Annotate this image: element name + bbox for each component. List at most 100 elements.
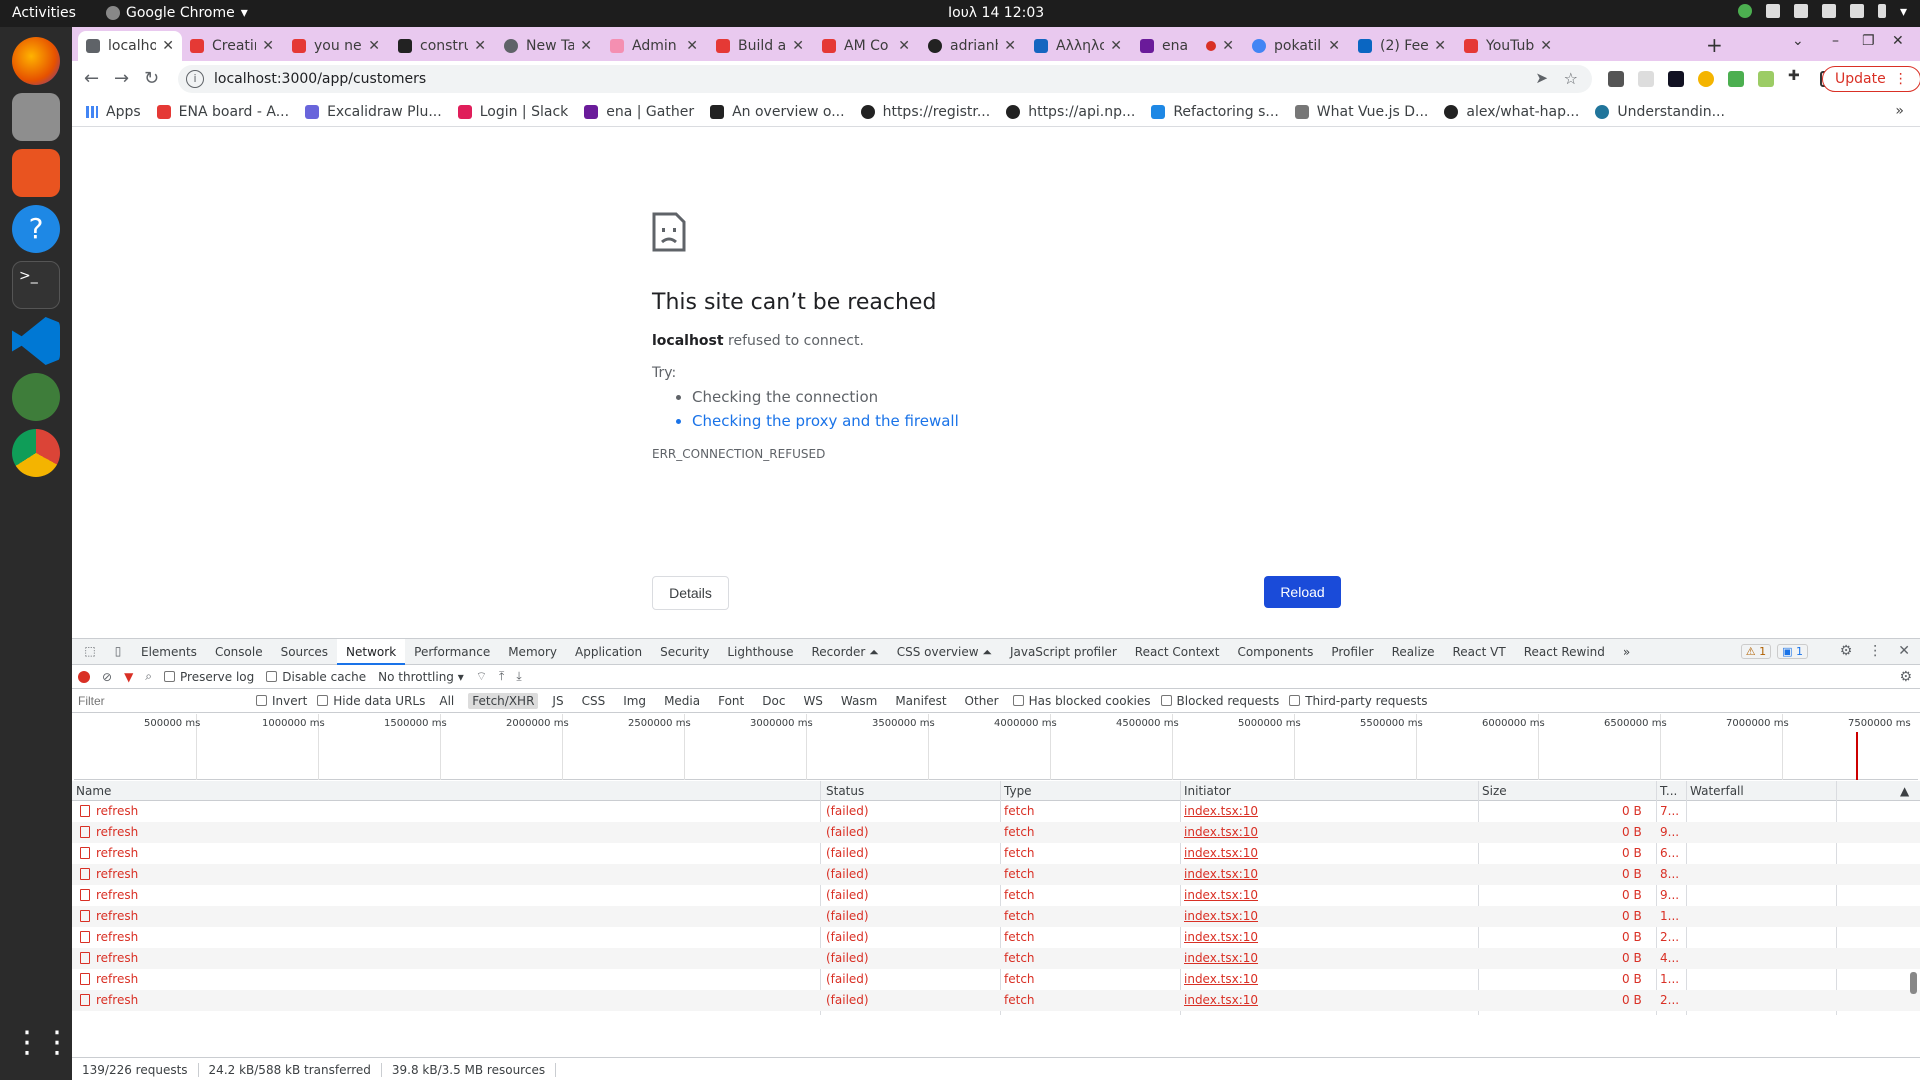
- tab-recorder[interactable]: Recorder ⏶: [803, 639, 888, 665]
- send-tab-icon[interactable]: ➤: [1535, 69, 1548, 87]
- filter-type-all[interactable]: All: [435, 693, 458, 709]
- issue-badges[interactable]: ⚠ 1 ▣ 1: [1740, 644, 1808, 659]
- bookmark-item[interactable]: alex/what-hap...: [1444, 104, 1579, 120]
- table-row[interactable]: refresh (failed) fetch index.tsx:10 0 B 1...: [72, 969, 1920, 990]
- extension-icon[interactable]: [1668, 71, 1684, 87]
- tab-sources[interactable]: Sources: [272, 639, 337, 665]
- bookmark-item[interactable]: Understandin...: [1595, 104, 1725, 120]
- app-menu[interactable]: Google Chrome ▾: [106, 5, 248, 21]
- column-initiator[interactable]: Initiator: [1184, 784, 1231, 798]
- bookmark-item[interactable]: Excalidraw Plu...: [305, 104, 442, 120]
- more-tabs-button[interactable]: »: [1614, 639, 1639, 665]
- clock[interactable]: Ιουλ 14 12:03: [948, 5, 1044, 21]
- warning-badge[interactable]: ⚠ 1: [1740, 644, 1772, 659]
- bookmarks-overflow-icon[interactable]: »: [1895, 103, 1904, 119]
- close-icon[interactable]: ✕: [1110, 38, 1122, 54]
- bookmark-item[interactable]: An overview o...: [710, 104, 845, 120]
- address-bar[interactable]: i localhost:3000/app/customers ➤ ☆: [178, 65, 1592, 93]
- filter-type-ws[interactable]: WS: [799, 693, 826, 709]
- row-initiator-link[interactable]: index.tsx:10: [1184, 930, 1258, 944]
- row-initiator-link[interactable]: index.tsx:10: [1184, 972, 1258, 986]
- filter-type-js[interactable]: JS: [548, 693, 567, 709]
- row-initiator-link[interactable]: index.tsx:10: [1184, 804, 1258, 818]
- device-toolbar-icon[interactable]: ▯: [110, 644, 126, 660]
- close-icon[interactable]: ✕: [792, 38, 804, 54]
- column-waterfall[interactable]: Waterfall: [1690, 784, 1744, 798]
- settings-gear-icon[interactable]: ⚙: [1840, 643, 1853, 659]
- close-icon[interactable]: ✕: [1004, 38, 1016, 54]
- filter-type-manifest[interactable]: Manifest: [891, 693, 950, 709]
- tab-components[interactable]: Components: [1228, 639, 1322, 665]
- preserve-log-checkbox[interactable]: Preserve log: [164, 670, 254, 684]
- activities-button[interactable]: Activities: [12, 5, 76, 21]
- filter-type-wasm[interactable]: Wasm: [837, 693, 881, 709]
- reload-icon[interactable]: ↻: [144, 68, 159, 89]
- row-initiator-link[interactable]: index.tsx:10: [1184, 888, 1258, 902]
- filter-type-doc[interactable]: Doc: [758, 693, 789, 709]
- blocked-requests-checkbox[interactable]: Blocked requests: [1160, 694, 1279, 708]
- close-icon[interactable]: ✕: [474, 38, 486, 54]
- extension-icon[interactable]: [1608, 71, 1624, 87]
- restore-icon[interactable]: ❐: [1862, 33, 1875, 49]
- close-icon[interactable]: ✕: [1540, 38, 1552, 54]
- tab-console[interactable]: Console: [206, 639, 272, 665]
- blocked-cookies-checkbox[interactable]: Has blocked cookies: [1012, 694, 1151, 708]
- filter-type-css[interactable]: CSS: [578, 693, 610, 709]
- more-vert-icon[interactable]: ⋮: [1868, 643, 1882, 659]
- files-icon[interactable]: [12, 93, 60, 141]
- tab-item[interactable]: pokatil ✕: [1244, 31, 1348, 61]
- close-icon[interactable]: ✕: [1434, 38, 1446, 54]
- column-size[interactable]: Size: [1482, 784, 1507, 798]
- bookmark-star-icon[interactable]: ☆: [1564, 69, 1578, 88]
- filter-icon[interactable]: ▼: [124, 670, 133, 684]
- filter-input[interactable]: [76, 690, 246, 711]
- help-icon[interactable]: ?: [12, 205, 60, 253]
- tab-item[interactable]: Build ar ✕: [708, 31, 812, 61]
- tab-network[interactable]: Network: [337, 638, 406, 665]
- bookmark-apps[interactable]: Apps: [86, 104, 141, 120]
- column-time[interactable]: T...: [1660, 784, 1677, 798]
- tab-item[interactable]: Αλληλο ✕: [1026, 31, 1130, 61]
- tab-memory[interactable]: Memory: [499, 639, 566, 665]
- tab-elements[interactable]: Elements: [132, 639, 206, 665]
- scrollbar-thumb[interactable]: [1910, 972, 1917, 994]
- inspect-element-icon[interactable]: ⬚: [82, 644, 98, 660]
- tab-item[interactable]: Admin ✕: [602, 31, 706, 61]
- tab-performance[interactable]: Performance: [405, 639, 499, 665]
- new-tab-button[interactable]: +: [1706, 33, 1723, 57]
- extension-icon[interactable]: [1758, 71, 1774, 87]
- close-window-icon[interactable]: ✕: [1892, 33, 1904, 49]
- filter-type-fetch-xhr[interactable]: Fetch/XHR: [468, 692, 539, 709]
- extension-icon[interactable]: [1638, 71, 1654, 87]
- tab-react-vt[interactable]: React VT: [1444, 639, 1515, 665]
- network-overview-timeline[interactable]: 500000 ms 1000000 ms 1500000 ms 2000000 …: [74, 714, 1918, 780]
- url-text[interactable]: localhost:3000/app/customers: [214, 71, 426, 87]
- close-icon[interactable]: ✕: [686, 38, 698, 54]
- tab-item[interactable]: Creatin ✕: [182, 31, 282, 61]
- details-button[interactable]: Details: [652, 576, 729, 610]
- table-row[interactable]: refresh (failed) fetch index.tsx:10 0 B 1...: [72, 906, 1920, 927]
- invert-checkbox[interactable]: Invert: [256, 694, 307, 708]
- show-applications-icon[interactable]: ⋮⋮: [12, 1019, 72, 1067]
- forward-icon[interactable]: →: [114, 68, 129, 89]
- table-row[interactable]: refresh (failed) fetch index.tsx:10 0 B 8...: [72, 864, 1920, 885]
- extension-icon[interactable]: [1728, 71, 1744, 87]
- close-icon[interactable]: ✕: [580, 38, 592, 54]
- import-har-icon[interactable]: ⤒: [499, 669, 504, 684]
- tab-item[interactable]: constru ✕: [390, 31, 494, 61]
- filter-type-other[interactable]: Other: [961, 693, 1003, 709]
- search-icon[interactable]: ⌕: [145, 669, 152, 684]
- close-icon[interactable]: ✕: [368, 38, 380, 54]
- reload-button[interactable]: Reload: [1264, 576, 1341, 608]
- suggestion-proxy-firewall-link[interactable]: Checking the proxy and the firewall: [692, 409, 1252, 433]
- tab-item[interactable]: adrianh ✕: [920, 31, 1024, 61]
- close-icon[interactable]: ✕: [1328, 38, 1340, 54]
- row-initiator-link[interactable]: index.tsx:10: [1184, 993, 1258, 1007]
- row-initiator-link[interactable]: index.tsx:10: [1184, 951, 1258, 965]
- tab-item[interactable]: New Ta ✕: [496, 31, 600, 61]
- table-row[interactable]: refresh (failed) fetch index.tsx:10 0 B 9...: [72, 885, 1920, 906]
- keepassxc-icon[interactable]: [12, 373, 60, 421]
- export-har-icon[interactable]: ⤓: [516, 669, 521, 684]
- close-icon[interactable]: ✕: [1898, 643, 1910, 659]
- tab-item[interactable]: you nee ✕: [284, 31, 388, 61]
